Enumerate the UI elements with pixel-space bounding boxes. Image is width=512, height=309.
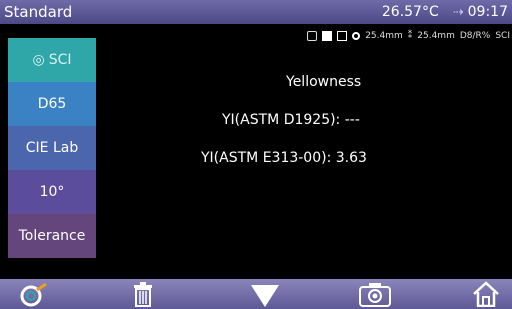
spec-label: SCI bbox=[495, 31, 510, 41]
lock-icon bbox=[307, 31, 318, 41]
sidebar-item-observer[interactable]: 10° bbox=[8, 170, 96, 214]
aperture-size-2: 25.4mm bbox=[417, 31, 455, 41]
title-bar-status: 26.57°C ⇢ 09:17 bbox=[382, 4, 508, 20]
aperture-icon bbox=[352, 32, 361, 40]
yi-d1925-value: YI(ASTM D1925): --- bbox=[222, 112, 360, 128]
aperture-size-1: 25.4mm bbox=[365, 31, 403, 41]
geometry-label: D8/R% bbox=[459, 31, 491, 41]
title-bar: Standard 26.57°C ⇢ 09:17 bbox=[0, 0, 512, 24]
trash-icon bbox=[134, 282, 152, 307]
sidebar-item-illuminant[interactable]: D65 bbox=[8, 82, 96, 126]
sidebar-item-label: 10° bbox=[39, 184, 65, 200]
home-icon bbox=[473, 281, 499, 307]
instrument-status-strip: 25.4mm ⁑ 25.4mm D8/R% SCI bbox=[307, 27, 510, 45]
clock: ⇢ 09:17 bbox=[453, 4, 508, 20]
sidebar-item-tolerance[interactable]: Tolerance bbox=[8, 214, 96, 258]
filled-square-icon bbox=[322, 31, 333, 41]
delete-button[interactable] bbox=[118, 279, 168, 309]
time-readout: 09:17 bbox=[467, 4, 508, 20]
target-icon bbox=[20, 282, 47, 307]
measurement-title: Yellowness bbox=[286, 74, 362, 90]
battery-icon: ⇢ bbox=[452, 4, 464, 20]
mode-label: Standard bbox=[4, 3, 73, 21]
target-button[interactable] bbox=[10, 279, 60, 309]
settings-sidebar: ◎ SCI D65 CIE Lab 10° Tolerance bbox=[8, 38, 96, 258]
down-arrow-icon bbox=[251, 285, 279, 307]
sidebar-item-label: Tolerance bbox=[18, 228, 86, 244]
camera-button[interactable] bbox=[350, 279, 400, 309]
bottom-toolbar bbox=[0, 279, 512, 309]
sidebar-item-label: D65 bbox=[37, 96, 67, 112]
sidebar-item-sci[interactable]: ◎ SCI bbox=[8, 38, 96, 82]
camera-icon bbox=[359, 283, 391, 307]
eye-icon: ◎ bbox=[32, 52, 45, 68]
sidebar-item-label: CIE Lab bbox=[25, 140, 79, 156]
sidebar-item-label: SCI bbox=[48, 52, 72, 68]
empty-square-icon bbox=[337, 31, 348, 41]
down-button[interactable] bbox=[240, 279, 290, 309]
temperature-readout: 26.57°C bbox=[381, 4, 439, 20]
sidebar-item-color-space[interactable]: CIE Lab bbox=[8, 126, 96, 170]
home-button[interactable] bbox=[464, 279, 508, 309]
yi-e313-value: YI(ASTM E313-00): 3.63 bbox=[201, 150, 367, 166]
lens-icon: ⁑ bbox=[407, 31, 413, 41]
